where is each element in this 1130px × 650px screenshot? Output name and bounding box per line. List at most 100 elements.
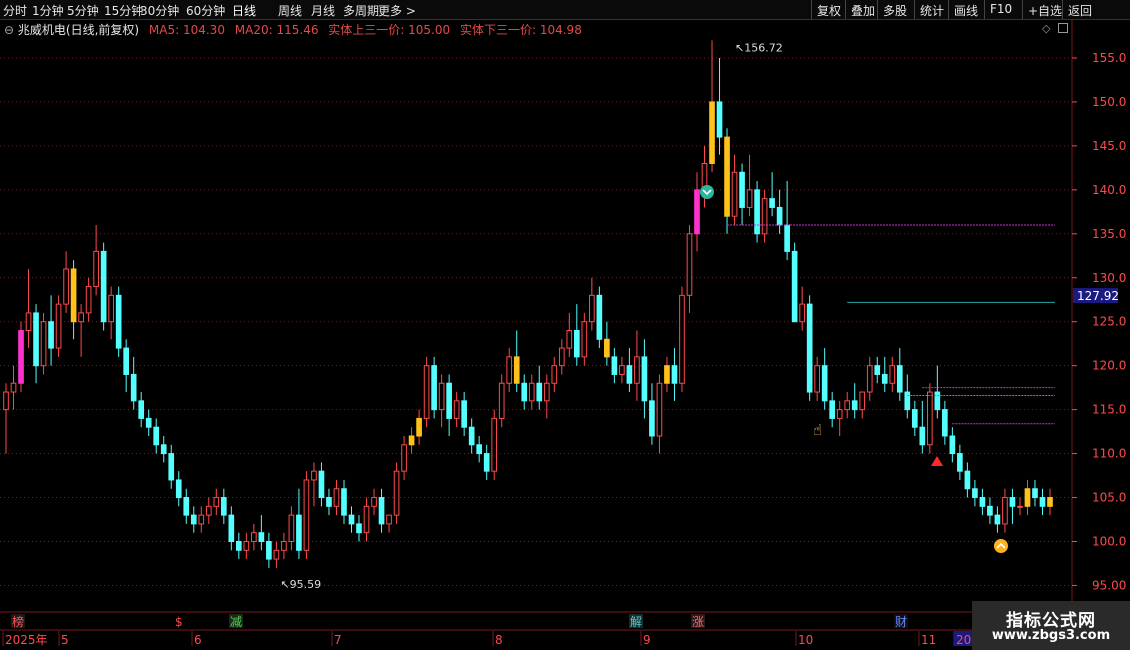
candle-body-111 (836, 409, 843, 419)
candle-body-55 (416, 417, 422, 437)
period-6[interactable]: 日线 (232, 2, 256, 19)
candle-body-41 (311, 470, 317, 481)
period-5[interactable]: 60分钟 (186, 2, 225, 19)
candle-body-8 (63, 268, 69, 305)
time-label-3: 7 (334, 633, 342, 647)
toolbar-button-7[interactable]: 返回 (1062, 0, 1100, 19)
period-9[interactable]: 多周期 (343, 2, 379, 19)
price-tick-9: 110.0 (1092, 447, 1126, 461)
candle-body-47 (356, 523, 362, 534)
candle-body-50 (378, 497, 385, 525)
period-4[interactable]: 30分钟 (140, 2, 179, 19)
candle-body-116 (874, 365, 881, 375)
period-8[interactable]: 月线 (311, 2, 335, 19)
candle-body-125 (942, 409, 948, 437)
candle-body-113 (851, 400, 858, 411)
candle-body-53 (401, 444, 407, 472)
candle-body-121 (911, 409, 918, 428)
candle-body-60 (453, 400, 460, 419)
time-label-1: 5 (61, 633, 69, 647)
candle-body-64 (483, 453, 490, 472)
toolbar-button-1[interactable]: 叠加 (845, 0, 877, 19)
toolbar-button-3[interactable]: 统计 (914, 0, 948, 19)
candle-body-32 (243, 540, 250, 551)
candle-body-12 (93, 250, 99, 288)
toolbar-button-6[interactable]: +自选 (1022, 0, 1062, 19)
candle-body-108 (814, 365, 820, 393)
price-tick-6: 125.0 (1092, 315, 1126, 329)
candle-body-90 (679, 294, 685, 384)
candle-body-98 (739, 171, 745, 208)
candle-body-104 (784, 224, 790, 252)
candle-body-136 (1024, 488, 1031, 507)
period-2[interactable]: 5分钟 (67, 2, 99, 19)
candle-body-34 (258, 532, 265, 542)
watermark-logo: 指标公式网 www.zbgs3.com (972, 601, 1130, 650)
candle-body-25 (190, 514, 197, 525)
time-label-7: 11 (921, 633, 936, 647)
candle-body-138 (1039, 497, 1046, 507)
period-1[interactable]: 1分钟 (32, 2, 64, 19)
candle-body-109 (821, 365, 828, 402)
candle-body-21 (160, 444, 167, 455)
candle-body-57 (431, 365, 437, 411)
price-tick-11: 100.0 (1092, 534, 1126, 548)
event-marker-1: $ (175, 615, 183, 629)
toolbar-button-0[interactable]: 复权 (811, 0, 845, 19)
price-tick-0: 155.0 (1092, 51, 1126, 65)
toolbar-button-4[interactable]: 画线 (948, 0, 984, 19)
candle-body-3 (25, 312, 32, 332)
candle-body-68 (513, 356, 520, 384)
candle-body-78 (589, 294, 595, 323)
candle-body-101 (761, 198, 768, 235)
event-marker-5: 财 (895, 615, 907, 629)
candle-body-18 (138, 400, 145, 419)
candle-body-61 (461, 400, 467, 428)
candle-body-81 (611, 356, 618, 375)
toolbar-button-5[interactable]: F10 (984, 0, 1022, 19)
candle-body-107 (806, 303, 813, 393)
candle-body-74 (558, 347, 565, 367)
period-0[interactable]: 分时 (3, 2, 27, 19)
up-signal-icon (994, 539, 1008, 553)
candlestick-chart[interactable]: 155.0 150.0 145.0 140.0 135.0 130.0 125.0 120.0… (0, 20, 1130, 650)
candle-body-77 (581, 321, 588, 358)
event-marker-2: 减 (230, 615, 242, 629)
down-signal-icon (700, 185, 714, 199)
toolbar-button-2[interactable]: 多股 (877, 0, 914, 19)
period-3[interactable]: 15分钟 (104, 2, 143, 19)
low-price-label: ↖95.59 (280, 578, 321, 591)
price-tick-5: 130.0 (1092, 271, 1126, 285)
candle-body-106 (799, 303, 805, 323)
candle-body-97 (731, 171, 738, 217)
candle-body-124 (934, 391, 941, 411)
candle-body-100 (754, 189, 760, 235)
candle-body-102 (769, 198, 775, 208)
period-7[interactable]: 周线 (278, 2, 302, 19)
candle-body-63 (476, 444, 483, 455)
logo-url: www.zbgs3.com (991, 628, 1111, 643)
candle-body-46 (348, 514, 355, 525)
candle-body-92 (694, 189, 700, 235)
candle-body-17 (130, 373, 137, 402)
candle-body-112 (844, 400, 851, 411)
candle-body-7 (55, 303, 62, 349)
candle-body-82 (619, 365, 625, 375)
candle-body-103 (776, 206, 783, 226)
candle-body-95 (716, 101, 723, 138)
candle-body-105 (791, 250, 798, 323)
candle-body-13 (100, 250, 107, 323)
candle-body-115 (866, 365, 873, 393)
candle-body-54 (408, 435, 415, 446)
candle-body-66 (498, 382, 505, 419)
candle-body-128 (964, 470, 971, 490)
candle-body-123 (926, 391, 933, 446)
candle-body-91 (686, 233, 693, 296)
candle-body-85 (641, 356, 648, 402)
high-price-label: ↖156.72 (735, 41, 783, 54)
candle-body-45 (341, 488, 347, 516)
candle-body-139 (1047, 497, 1053, 507)
period-10[interactable]: 更多 > (378, 2, 416, 19)
time-label-4: 8 (495, 633, 503, 647)
candle-body-120 (904, 391, 911, 411)
